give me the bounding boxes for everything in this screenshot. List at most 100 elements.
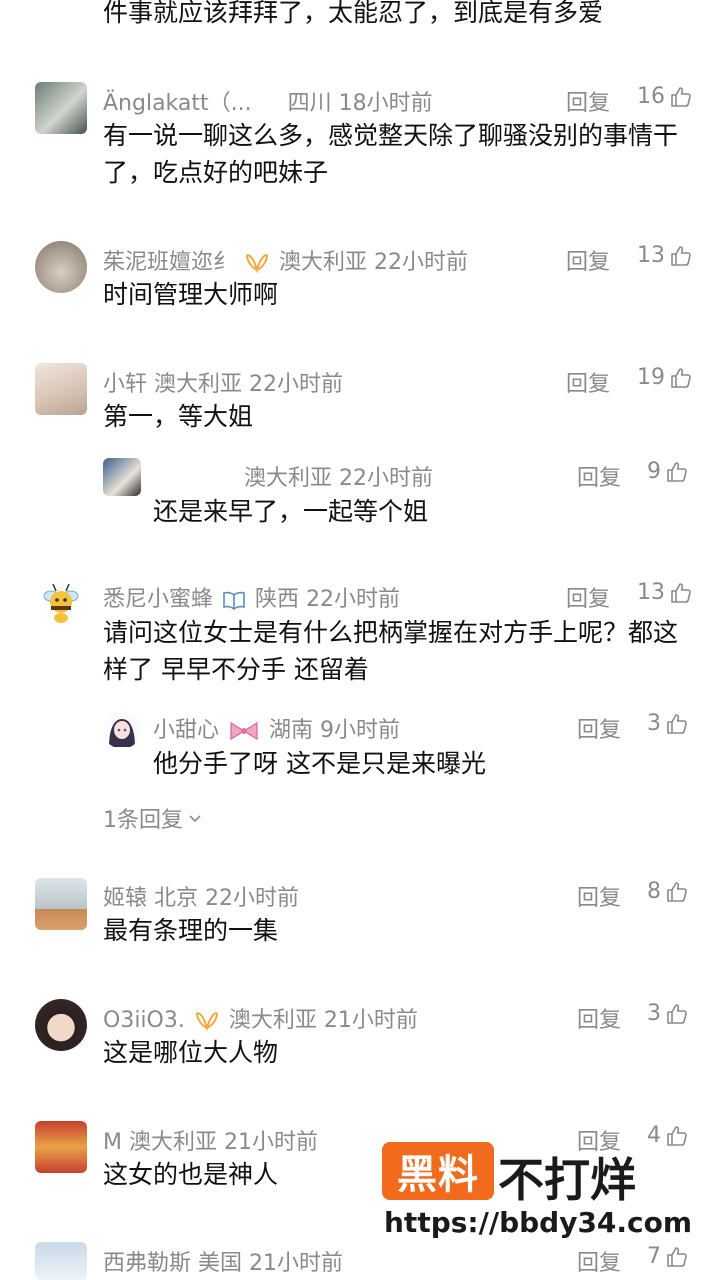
comment-text: 这是哪位大人物 [103,1038,279,1067]
reply-button[interactable]: 回复 [577,460,621,492]
reply-button[interactable]: 回复 [577,1245,621,1277]
thumbs-up-icon [671,367,691,388]
bee-icon [43,583,79,623]
watermark-url: https://bbdy34.com [384,1206,693,1239]
avatar[interactable] [35,1121,87,1173]
like-count: 9 [647,459,661,484]
watermark-brand-text: 不打烊 [498,1153,636,1207]
like-button[interactable]: 7 [647,1244,689,1269]
location: 四川 [287,91,332,116]
thumbs-up-icon [667,461,687,482]
username[interactable]: 茱泥班嬗迩纟 [103,250,235,275]
location: 陕西 [255,587,300,612]
timestamp: 21小时前 [224,1130,318,1155]
location: 澳大利亚 [228,1008,317,1033]
timestamp: 21小时前 [323,1008,418,1033]
avatar[interactable] [35,1242,87,1280]
avatar[interactable] [35,363,87,415]
location: 澳大利亚 [244,466,333,491]
thumbs-up-icon [671,582,691,603]
username[interactable]: O3iiO3. [103,1008,185,1033]
like-count: 3 [647,711,661,736]
expand-replies-label: 1条回复 [103,808,183,833]
comment-text: 这女的也是神人 [103,1160,279,1189]
timestamp: 22小时前 [374,250,469,275]
thumbs-up-icon [671,86,691,107]
timestamp: 22小时前 [249,372,344,397]
reply-button[interactable]: 回复 [566,244,610,276]
watermark: 黑料 不打烊 https://bbdy34.com [382,1142,692,1242]
comment-text: 最有条理的一集 [103,916,279,945]
thumbs-up-icon [667,713,687,734]
username[interactable]: 悉尼小蜜蜂 [103,587,213,612]
reply-button[interactable]: 回复 [577,712,621,744]
reply-button[interactable]: 回复 [566,366,610,398]
username[interactable]: Änglakatt（... [103,91,252,116]
reply-button[interactable]: 回复 [577,1002,621,1034]
chevron-down-icon [189,815,201,823]
vip-badge-icon [246,254,269,274]
thumbs-up-icon [671,245,691,266]
reply-button[interactable]: 回复 [566,581,610,613]
like-button[interactable]: 19 [637,365,693,390]
location: 澳大利亚 [154,372,243,397]
like-count: 16 [637,84,665,109]
like-button[interactable]: 3 [647,711,689,736]
timestamp: 22小时前 [205,886,300,911]
like-button[interactable]: 9 [647,459,689,484]
location: 湖南 [269,718,314,743]
timestamp: 18小时前 [338,91,433,116]
comment-text: 第一，等大姐 [103,402,254,431]
avatar[interactable] [35,82,87,134]
like-count: 3 [647,1001,661,1026]
like-count: 13 [637,580,665,605]
location: 北京 [154,886,199,911]
username[interactable]: 西弗勒斯 [103,1251,191,1276]
like-button[interactable]: 16 [637,84,693,109]
avatar[interactable] [35,241,87,293]
watermark-logo-box: 黑料 [382,1142,494,1200]
username[interactable]: 小甜心 [153,718,219,743]
username[interactable]: M [103,1130,122,1155]
avatar[interactable] [103,458,141,496]
vip-badge-icon [195,1012,218,1032]
comment-text: 有一说一聊这么多，感觉整天除了聊骚没别的事情干 [103,121,679,150]
like-button[interactable]: 8 [647,879,689,904]
username[interactable]: 小轩 [103,372,147,397]
avatar[interactable] [103,711,141,749]
thumbs-up-icon [667,881,687,902]
avatar[interactable] [35,999,87,1051]
timestamp: 21小时前 [249,1251,344,1276]
like-button[interactable]: 13 [637,580,693,605]
reply-text: 他分手了呀 这不是只是来曝光 [153,749,486,778]
reply-text: 还是来早了，一起等个姐 [153,497,429,526]
comment-text: 样了 早早不分手 还留着 [103,655,369,684]
bow-icon [230,721,258,741]
reply-button[interactable]: 回复 [577,880,621,912]
expand-replies-button[interactable]: 1条回复 [103,802,203,834]
bee-avatar[interactable] [38,580,84,626]
location: 澳大利亚 [128,1130,217,1155]
like-button[interactable]: 3 [647,1001,689,1026]
comment-text: 时间管理大师啊 [103,280,279,309]
location: 澳大利亚 [279,250,368,275]
timestamp: 22小时前 [339,466,434,491]
timestamp: 9小时前 [320,718,401,743]
comment-text: 请问这位女士是有什么把柄掌握在对方手上呢？都这 [103,618,679,647]
like-count: 8 [647,879,661,904]
thumbs-up-icon [667,1246,687,1267]
like-count: 13 [637,243,665,268]
username[interactable]: 姬辕 [103,886,147,911]
previous-comment-fragment: 件事就应该拜拜了，太能忍了，到底是有多爱 [103,0,604,27]
like-button[interactable]: 13 [637,243,693,268]
anime-girl-icon [103,711,141,749]
comment-text: 了，吃点好的吧妹子 [103,158,329,187]
like-count: 7 [647,1244,661,1269]
avatar[interactable] [35,878,87,930]
watermark-logo-text: 黑料 [397,1152,479,1198]
reply-button[interactable]: 回复 [566,85,610,117]
location: 美国 [198,1251,243,1276]
timestamp: 22小时前 [306,587,401,612]
thumbs-up-icon [667,1003,687,1024]
like-count: 19 [637,365,665,390]
